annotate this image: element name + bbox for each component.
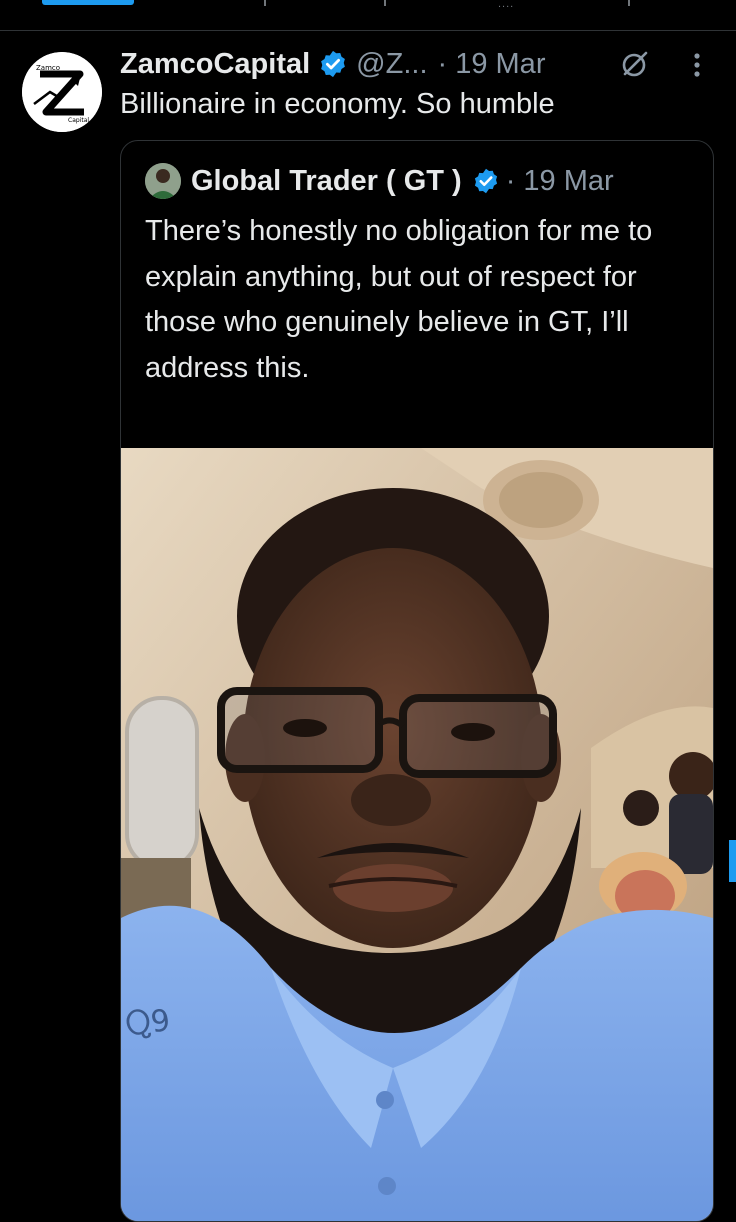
quoted-author-name: Global Trader ( GT ) <box>191 164 462 197</box>
svg-text:Capital: Capital <box>68 117 89 124</box>
action-tick-1 <box>264 0 266 6</box>
verified-badge-icon <box>318 49 348 79</box>
quoted-timestamp: · 19 Mar <box>505 164 614 197</box>
views-dots: .... <box>498 0 515 10</box>
author-name[interactable]: ZamcoCapital <box>120 48 310 81</box>
quoted-tweet-photo[interactable]: Ⴍ9 <box>121 448 713 1221</box>
more-icon[interactable] <box>690 50 704 80</box>
global-trader-avatar <box>145 163 181 199</box>
grok-icon[interactable] <box>620 49 650 79</box>
action-tick-3 <box>628 0 630 6</box>
quoted-tweet-card[interactable]: Global Trader ( GT ) · 19 Mar There’s ho… <box>120 140 714 1222</box>
scroll-marker <box>729 840 736 882</box>
verified-badge-icon <box>472 167 500 195</box>
action-tick-2 <box>384 0 386 6</box>
active-tab-indicator <box>42 0 134 5</box>
zamco-avatar[interactable]: Zamco Capital <box>22 52 102 132</box>
shirt-logo-text: Ⴍ9 <box>123 1003 172 1044</box>
tweet-divider <box>0 30 736 31</box>
quoted-tweet-header: Global Trader ( GT ) · 19 Mar <box>145 161 614 201</box>
tweet-timestamp[interactable]: · 19 Mar <box>438 48 546 81</box>
author-handle[interactable]: @Z... <box>356 48 427 81</box>
quoted-tweet-text: There’s honestly no obligation for me to… <box>145 215 653 384</box>
tweet-text: Billionaire in economy. So humble <box>120 88 555 120</box>
tweet-header: ZamcoCapital @Z... · 19 Mar <box>120 44 545 84</box>
top-action-bar: .... <box>0 0 736 30</box>
svg-text:Zamco: Zamco <box>36 64 60 72</box>
